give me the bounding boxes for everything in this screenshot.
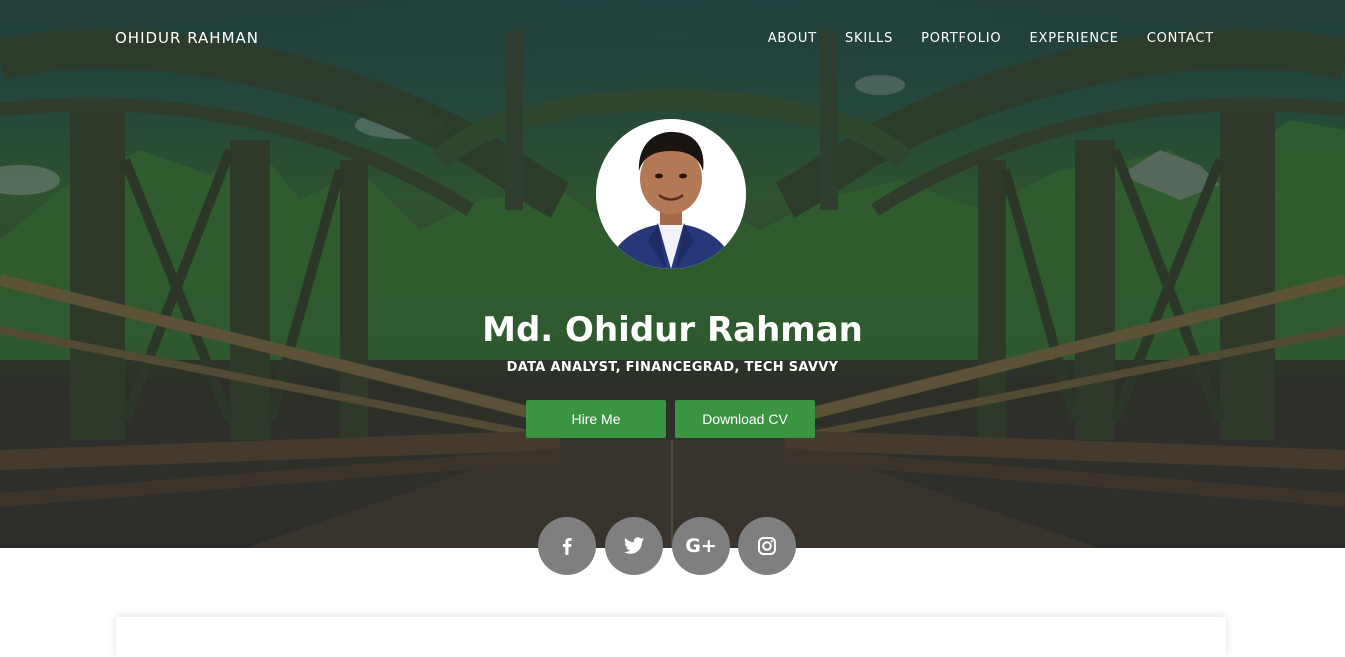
hero-name: Md. Ohidur Rahman (482, 310, 863, 350)
twitter-icon (623, 537, 645, 554)
google-plus-link[interactable]: G+ (672, 517, 730, 575)
facebook-link[interactable] (538, 517, 596, 575)
profile-avatar (596, 119, 746, 269)
bridge-background-image (0, 28, 1345, 548)
google-plus-icon: G+ (685, 535, 717, 557)
nav-link-about[interactable]: ABOUT (768, 31, 817, 46)
hero-section (0, 0, 1345, 548)
profile-photo (596, 119, 746, 269)
top-navbar: OHIDUR RAHMAN ABOUT SKILLS PORTFOLIO EXP… (0, 0, 1345, 78)
download-cv-button[interactable]: Download CV (675, 400, 815, 438)
brand-logo[interactable]: OHIDUR RAHMAN (115, 29, 259, 47)
content-card (116, 617, 1226, 657)
hire-me-button[interactable]: Hire Me (526, 400, 666, 438)
twitter-link[interactable] (605, 517, 663, 575)
hero-tagline: DATA ANALYST, FINANCEGRAD, TECH SAVVY (506, 360, 839, 375)
instagram-link[interactable] (738, 517, 796, 575)
nav-link-portfolio[interactable]: PORTFOLIO (921, 31, 1001, 46)
nav-menu: ABOUT SKILLS PORTFOLIO EXPERIENCE CONTAC… (768, 31, 1214, 46)
facebook-icon (563, 538, 572, 555)
nav-link-contact[interactable]: CONTACT (1147, 31, 1214, 46)
instagram-icon (758, 537, 776, 555)
nav-link-experience[interactable]: EXPERIENCE (1029, 31, 1118, 46)
nav-link-skills[interactable]: SKILLS (845, 31, 893, 46)
